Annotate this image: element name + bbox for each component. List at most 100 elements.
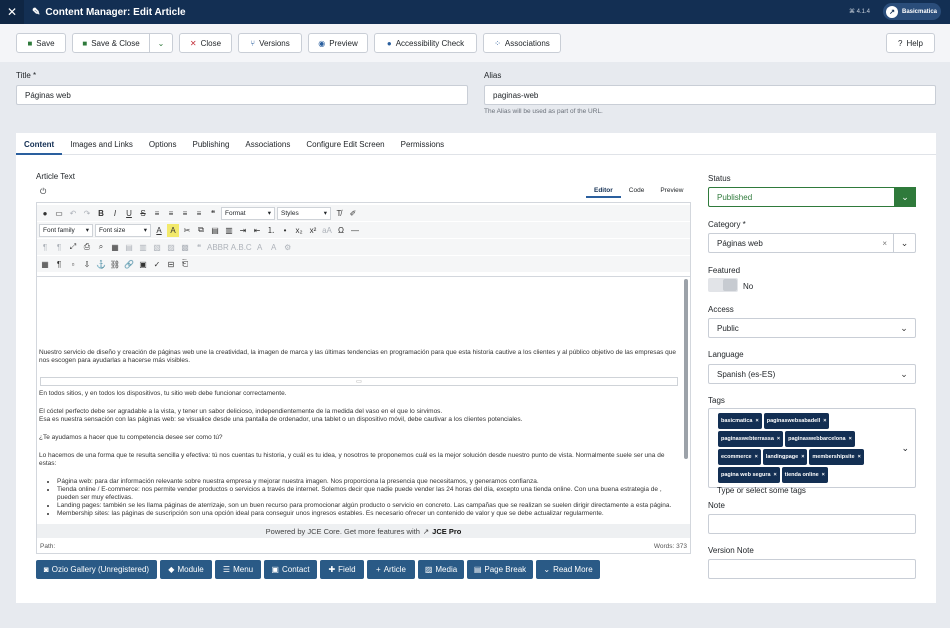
copy-icon[interactable]: ⧉ [195, 224, 207, 237]
align-right-icon[interactable]: ≡ [193, 207, 205, 220]
tab-options[interactable]: Options [141, 133, 185, 155]
table-delete-icon[interactable]: ▩ [179, 241, 191, 254]
remove-tag-icon[interactable]: × [801, 451, 804, 463]
access-select[interactable]: Public ⌄ [708, 318, 916, 338]
tab-images-links[interactable]: Images and Links [62, 133, 141, 155]
visual-chars-icon[interactable]: ▫ [67, 258, 79, 271]
remove-tag-icon[interactable]: × [822, 469, 825, 481]
paragraph-rtl-icon[interactable]: ¶ [53, 241, 65, 254]
status-select[interactable]: Published ⌄ [708, 187, 916, 207]
tab-publishing[interactable]: Publishing [185, 133, 238, 155]
paste-text-icon[interactable]: ▥ [223, 224, 235, 237]
power-icon[interactable]: ⏻ [40, 187, 46, 197]
table-split-icon[interactable]: ▨ [165, 241, 177, 254]
template-icon[interactable]: ⎗ [179, 258, 191, 271]
tab-permissions[interactable]: Permissions [393, 133, 453, 155]
text-case-icon[interactable]: aA [321, 224, 333, 237]
link-icon[interactable]: 🔗 [123, 258, 135, 271]
versions-button[interactable]: ⑂ Versions [238, 33, 302, 53]
read-more-button[interactable]: ⌄ Read More [536, 560, 600, 579]
module-button[interactable]: ◆ Module [160, 560, 212, 579]
format-select[interactable]: Format ▾ [221, 206, 275, 220]
alias-input[interactable]: paginas-web [484, 85, 936, 105]
bold-icon[interactable]: B [95, 207, 107, 220]
tags-field[interactable]: basicmatica × paginaswebsabadell × paginasw… [708, 408, 916, 495]
styles-select[interactable]: Styles ▾ [277, 206, 331, 220]
paragraph-ltr-icon[interactable]: ¶ [39, 241, 51, 254]
unlink-icon[interactable]: ⛓ [109, 258, 121, 271]
font-family-select[interactable]: Font family ▾ [39, 223, 93, 237]
visual-aid-icon[interactable]: ▦ [39, 258, 51, 271]
font-size-select[interactable]: Font size ▾ [95, 223, 151, 237]
search-icon[interactable]: ⌕ [95, 241, 107, 254]
tab-content[interactable]: Content [16, 133, 63, 155]
gear-icon[interactable]: ⚙ [282, 241, 294, 254]
superscript-icon[interactable]: x² [307, 224, 319, 237]
tab-editor[interactable]: Editor [586, 185, 621, 198]
blockquote-icon[interactable]: ❝ [207, 207, 219, 220]
remove-tag-icon[interactable]: × [777, 433, 780, 445]
note-input[interactable] [708, 514, 916, 534]
underline-icon[interactable]: U [123, 207, 135, 220]
menu-button[interactable]: ☰ Menu [215, 560, 261, 579]
tags-input[interactable]: Type or select some tags [717, 486, 891, 495]
accessibility-check-button[interactable]: ● Accessibility Check [374, 33, 477, 53]
article-button[interactable]: + Article [367, 560, 415, 579]
remove-tag-icon[interactable]: × [774, 469, 777, 481]
help-button[interactable]: ? Help [886, 33, 935, 53]
associations-button[interactable]: ⁘ Associations [483, 33, 561, 53]
save-close-button[interactable]: ■ Save & Close [72, 33, 150, 53]
align-center-icon[interactable]: ≡ [165, 207, 177, 220]
print-icon[interactable]: ⎙ [81, 241, 93, 254]
remove-tag-icon[interactable]: × [756, 415, 759, 427]
media-button[interactable]: ▨ Media [418, 560, 464, 579]
abbr-icon[interactable]: ABBR [207, 241, 229, 254]
format-painter-icon[interactable]: ✐ [347, 207, 359, 220]
undo-icon[interactable]: ↶ [67, 207, 79, 220]
table-column-icon[interactable]: ▥ [137, 241, 149, 254]
clear-format-icon[interactable]: T̸ [333, 207, 345, 220]
version-note-input[interactable] [708, 559, 916, 579]
attributes-icon[interactable]: A [254, 241, 266, 254]
preview-button[interactable]: ◉ Preview [308, 33, 368, 53]
bullet-list-icon[interactable]: • [279, 224, 291, 237]
image-icon[interactable]: ▣ [137, 258, 149, 271]
title-input[interactable]: Páginas web [16, 85, 468, 105]
font-color-icon[interactable]: A [153, 224, 165, 237]
page-break-icon[interactable]: ⊟ [165, 258, 177, 271]
joomla-logo-icon[interactable]: ✕ [0, 0, 24, 24]
table-row-icon[interactable]: ▤ [123, 241, 135, 254]
paste-icon[interactable]: ▤ [209, 224, 221, 237]
remove-tag-icon[interactable]: × [755, 451, 758, 463]
outdent-icon[interactable]: ⇤ [251, 224, 263, 237]
remove-tag-icon[interactable]: × [823, 415, 826, 427]
fullscreen-icon[interactable]: ⤢ [67, 241, 79, 254]
subscript-icon[interactable]: x₂ [293, 224, 305, 237]
remove-tag-icon[interactable]: × [849, 433, 852, 445]
spellcheck-icon[interactable]: ✓ [151, 258, 163, 271]
category-select[interactable]: Páginas web × ⌄ [708, 233, 916, 253]
tab-preview[interactable]: Preview [652, 185, 691, 198]
contact-button[interactable]: ▣ Contact [264, 560, 317, 579]
language-select[interactable]: Spanish (es-ES) ⌄ [708, 364, 916, 384]
italic-icon[interactable]: I [109, 207, 121, 220]
save-dropdown-button[interactable]: ⌄ [149, 33, 173, 53]
clear-icon[interactable]: × [882, 239, 887, 248]
tab-associations[interactable]: Associations [237, 133, 298, 155]
indent-icon[interactable]: ⇥ [237, 224, 249, 237]
delete-text-icon[interactable]: A [268, 241, 280, 254]
anchor-icon[interactable]: ⚓ [95, 258, 107, 271]
horizontal-rule-icon[interactable]: — [349, 224, 361, 237]
acronym-icon[interactable]: A.B.C [231, 241, 252, 254]
tab-configure-edit-screen[interactable]: Configure Edit Screen [298, 133, 392, 155]
non-breaking-icon[interactable]: ⇩ [81, 258, 93, 271]
tab-code[interactable]: Code [621, 185, 653, 198]
numbered-list-icon[interactable]: ⒈ [265, 224, 277, 237]
editor-content-area[interactable]: Nuestro servicio de diseño y creación de… [37, 276, 690, 524]
remove-tag-icon[interactable]: × [858, 451, 861, 463]
table-merge-icon[interactable]: ▧ [151, 241, 163, 254]
citation-icon[interactable]: ❝ [193, 241, 205, 254]
jce-pro-link[interactable]: JCE Pro [432, 527, 461, 536]
save-button[interactable]: ■ Save [16, 33, 66, 53]
new-document-icon[interactable]: ▭ [53, 207, 65, 220]
